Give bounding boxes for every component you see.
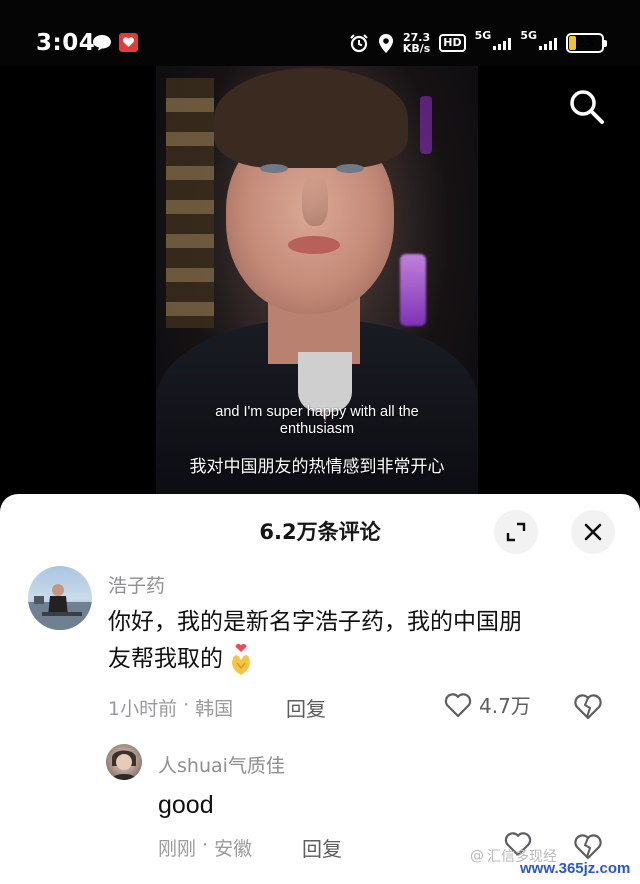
person-lips — [288, 236, 340, 254]
message-bubble-icon — [93, 35, 111, 51]
sim1-label: 5G — [474, 28, 492, 42]
like-button[interactable]: 4.7万 — [443, 690, 531, 719]
location-pin-icon — [378, 33, 393, 53]
reply-location: 安徽 — [214, 838, 253, 860]
search-icon[interactable] — [566, 86, 606, 126]
meta-separator: · — [202, 834, 209, 856]
comment-text-line2-row: 友帮我取的 — [108, 641, 608, 678]
video-player[interactable]: and I'm super happy with all the enthusi… — [0, 66, 640, 496]
reply-avatar[interactable] — [106, 744, 142, 780]
person-shirt — [298, 352, 352, 412]
comment-time: 1小时前 — [108, 698, 178, 720]
status-bar: 3:04 27.3 KB/s HD 5G 5G 23 — [0, 0, 640, 66]
signal-bars-icon — [493, 37, 512, 50]
subtitle-english-line2: enthusiasm — [279, 421, 355, 437]
background-window — [166, 78, 214, 328]
sim2-signal: 5G — [520, 29, 557, 50]
dislike-broken-heart-icon[interactable] — [572, 830, 604, 862]
comment-meta: 1小时前 · 韩国 — [108, 694, 233, 721]
hd-badge: HD — [439, 34, 466, 52]
avatar[interactable] — [28, 566, 92, 630]
status-right-group: 27.3 KB/s HD 5G 5G 23 — [349, 28, 607, 58]
subtitle-chinese: 我对中国朋友的热情感到非常开心 — [189, 457, 445, 477]
speed-unit: KB/s — [402, 42, 431, 55]
sim1-signal: 5G — [475, 29, 512, 50]
reply-button[interactable]: 回复 — [302, 833, 342, 862]
phone-screen: 3:04 27.3 KB/s HD 5G 5G 23 and I'm super… — [0, 0, 640, 884]
meta-separator: · — [183, 694, 190, 716]
avatar-photo — [28, 584, 92, 630]
reply-text: good — [158, 791, 214, 819]
status-time: 3:04 — [36, 30, 96, 56]
comment-text-line2: 友帮我取的 — [108, 646, 223, 672]
watermark-prefix: @ — [470, 848, 484, 864]
background-purple-light — [400, 254, 426, 326]
battery-level: 23 — [575, 35, 595, 51]
person-hair — [214, 68, 408, 168]
video-frame[interactable]: and I'm super happy with all the enthusi… — [156, 66, 478, 496]
watermark-url: www.365jz.com — [520, 860, 631, 877]
battery-icon: 23 — [566, 33, 607, 53]
heart-hands-emoji — [232, 643, 250, 675]
person-eye-left — [260, 164, 288, 173]
person-nose — [302, 176, 328, 226]
comments-panel: 6.2万条评论 浩子药 你好，我的是新名字浩子药，我的中国朋 友帮我取的 1小时… — [0, 494, 640, 884]
reply-time: 刚刚 — [158, 838, 197, 860]
person-eye-right — [336, 164, 364, 173]
like-count: 4.7万 — [479, 694, 531, 718]
reply-meta: 刚刚 · 安徽 — [158, 834, 252, 861]
reply-button[interactable]: 回复 — [286, 693, 326, 722]
reply-avatar-photo — [112, 750, 136, 780]
close-button[interactable] — [571, 510, 615, 554]
subtitle-english: and I'm super happy with all the enthusi… — [156, 404, 478, 438]
expand-button[interactable] — [494, 510, 538, 554]
background-light — [420, 96, 432, 154]
subtitle-english-line1: and I'm super happy with all the — [215, 404, 419, 420]
alarm-clock-icon — [350, 34, 368, 53]
close-icon — [584, 523, 602, 541]
dislike-broken-heart-icon[interactable] — [572, 690, 604, 722]
expand-icon — [506, 522, 526, 542]
network-speed: 27.3 KB/s — [403, 32, 430, 54]
comment-username[interactable]: 浩子药 — [108, 571, 165, 598]
reply-username[interactable]: 人shuai气质佳 — [158, 751, 285, 778]
signal-bars-icon — [539, 37, 557, 50]
sim2-label: 5G — [520, 28, 537, 42]
watermark-url-row: www.365jz.com — [520, 860, 630, 877]
comment-text-line1: 你好，我的是新名字浩子药，我的中国朋 — [108, 609, 522, 635]
comment-text: 你好，我的是新名字浩子药，我的中国朋 友帮我取的 — [108, 604, 608, 678]
heart-icon — [444, 692, 472, 717]
comment-location: 韩国 — [195, 698, 234, 720]
comments-count-title: 6.2万条评论 — [259, 520, 381, 544]
red-app-icon — [119, 33, 138, 52]
